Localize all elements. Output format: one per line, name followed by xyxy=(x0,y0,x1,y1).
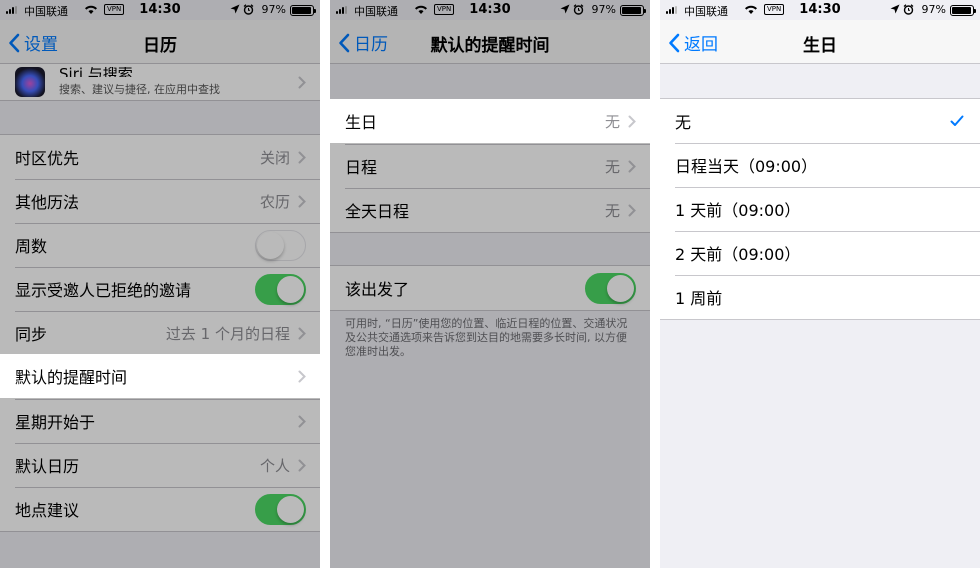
chevron-right-icon xyxy=(298,459,306,471)
siri-title: Siri 与搜索 xyxy=(59,67,133,77)
location-icon xyxy=(890,4,900,14)
battery-percent: 97% xyxy=(591,3,616,16)
location-suggestions-toggle[interactable] xyxy=(255,493,306,525)
nav-bar: 返回 生日 xyxy=(660,20,980,64)
row-label: 地点建议 xyxy=(15,501,80,520)
option-label: 1 周前 xyxy=(675,289,723,308)
status-bar: 中国联通 VPN 14:30 97% xyxy=(660,0,980,20)
battery-percent: 97% xyxy=(921,3,946,16)
row-default-calendar[interactable]: 默认日历 个人 xyxy=(0,443,320,487)
option-2-days-before[interactable]: 2 天前（09:00） xyxy=(660,231,980,275)
chevron-right-icon xyxy=(298,76,306,88)
row-timezone-override[interactable]: 时区优先 关闭 xyxy=(0,135,320,179)
row-start-week-on[interactable]: 星期开始于 xyxy=(0,399,320,443)
row-location-suggestions: 地点建议 xyxy=(0,487,320,531)
battery-icon xyxy=(950,5,976,16)
row-time-to-leave: 该出发了 xyxy=(330,266,650,310)
row-label: 其他历法 xyxy=(15,193,80,212)
row-all-day-events[interactable]: 全天日程 无 xyxy=(330,188,650,232)
row-label: 时区优先 xyxy=(15,149,80,168)
row-label: 全天日程 xyxy=(345,202,410,221)
row-label: 日程 xyxy=(345,158,378,177)
chevron-right-icon xyxy=(628,115,636,127)
nav-bar: 日历 默认的提醒时间 xyxy=(330,20,650,64)
birthday-alert-screen: 中国联通 VPN 14:30 97% 返回 生日 无 日程当天（09:00） 1… xyxy=(660,0,980,568)
page-title: 生日 xyxy=(803,36,837,56)
page-title: 默认的提醒时间 xyxy=(430,36,550,56)
option-1-week-before[interactable]: 1 周前 xyxy=(660,275,980,319)
option-label: 无 xyxy=(675,113,692,132)
nav-bar: 设置 日历 xyxy=(0,20,320,64)
row-label: 同步 xyxy=(15,325,48,344)
option-day-of[interactable]: 日程当天（09:00） xyxy=(660,143,980,187)
battery-icon xyxy=(620,5,646,16)
option-1-day-before[interactable]: 1 天前（09:00） xyxy=(660,187,980,231)
chevron-right-icon xyxy=(298,195,306,207)
status-bar: 中国联通 VPN 14:30 97% xyxy=(0,0,320,20)
option-label: 1 天前（09:00） xyxy=(675,201,801,220)
birthday-options-list: 无 日程当天（09:00） 1 天前（09:00） 2 天前（09:00） 1 … xyxy=(660,98,980,320)
row-value: 关闭 xyxy=(259,148,290,167)
row-label: 星期开始于 xyxy=(15,413,96,432)
siri-subtitle: 搜索、建议与捷径, 在应用中查找 xyxy=(59,83,220,96)
option-label: 日程当天（09:00） xyxy=(675,157,818,176)
option-label: 2 天前（09:00） xyxy=(675,245,801,264)
highlight-row-birthdays[interactable]: 生日 无 xyxy=(330,99,650,143)
page-title: 日历 xyxy=(143,36,177,56)
location-icon xyxy=(230,4,240,14)
row-value: 过去 1 个月的日程 xyxy=(165,324,290,343)
siri-group: Siri 与搜索 搜索、建议与捷径, 在应用中查找 xyxy=(0,64,320,101)
location-icon xyxy=(560,4,570,14)
row-value: 无 xyxy=(604,157,620,176)
row-value: 个人 xyxy=(259,456,290,475)
chevron-right-icon xyxy=(298,370,306,382)
checkmark-icon xyxy=(950,115,964,126)
show-declined-toggle[interactable] xyxy=(255,273,306,305)
row-label: 该出发了 xyxy=(345,280,410,299)
week-numbers-toggle[interactable] xyxy=(255,229,306,261)
alarm-icon xyxy=(903,4,914,15)
row-alternate-calendars[interactable]: 其他历法 农历 xyxy=(0,179,320,223)
default-alert-times-screen: 中国联通 VPN 14:30 97% 日历 默认的提醒时间 日程 无 全天日程 … xyxy=(330,0,650,568)
option-none[interactable]: 无 xyxy=(660,99,980,143)
settings-group: 时区优先 关闭 其他历法 农历 周数 显示受邀人已拒绝的邀请 同步 过去 1 个… xyxy=(0,134,320,532)
highlight-row-default-alert[interactable]: 默认的提醒时间 xyxy=(0,354,320,398)
row-label: 生日 xyxy=(345,113,378,132)
time-to-leave-footnote: 可用时, “日历”使用您的位置、临近日程的位置、交通状况及公共交通选项来告诉您到… xyxy=(345,317,628,358)
row-show-declined: 显示受邀人已拒绝的邀请 xyxy=(0,267,320,311)
status-bar: 中国联通 VPN 14:30 97% xyxy=(330,0,650,20)
row-value: 无 xyxy=(604,201,620,220)
chevron-right-icon xyxy=(298,415,306,427)
time-to-leave-toggle[interactable] xyxy=(585,272,636,304)
chevron-right-icon xyxy=(628,160,636,172)
chevron-right-icon xyxy=(628,204,636,216)
row-label: 周数 xyxy=(15,237,48,256)
siri-icon xyxy=(15,67,45,97)
alarm-icon xyxy=(573,4,584,15)
alarm-icon xyxy=(243,4,254,15)
row-events[interactable]: 日程 无 xyxy=(330,144,650,188)
row-value: 农历 xyxy=(259,192,290,211)
time-to-leave-group: 该出发了 xyxy=(330,265,650,311)
row-label: 显示受邀人已拒绝的邀请 xyxy=(15,281,192,300)
row-week-numbers: 周数 xyxy=(0,223,320,267)
siri-search-row[interactable]: Siri 与搜索 搜索、建议与捷径, 在应用中查找 xyxy=(0,64,320,100)
row-label: 默认日历 xyxy=(15,457,80,476)
row-sync[interactable]: 同步 过去 1 个月的日程 xyxy=(0,311,320,355)
battery-icon xyxy=(290,5,316,16)
row-label: 默认的提醒时间 xyxy=(15,368,128,387)
chevron-right-icon xyxy=(298,327,306,339)
row-value: 无 xyxy=(604,112,620,131)
chevron-right-icon xyxy=(298,151,306,163)
calendar-settings-screen: 中国联通 VPN 14:30 97% 设置 日历 Siri 与搜索 搜索、建议与… xyxy=(0,0,320,568)
battery-percent: 97% xyxy=(261,3,286,16)
